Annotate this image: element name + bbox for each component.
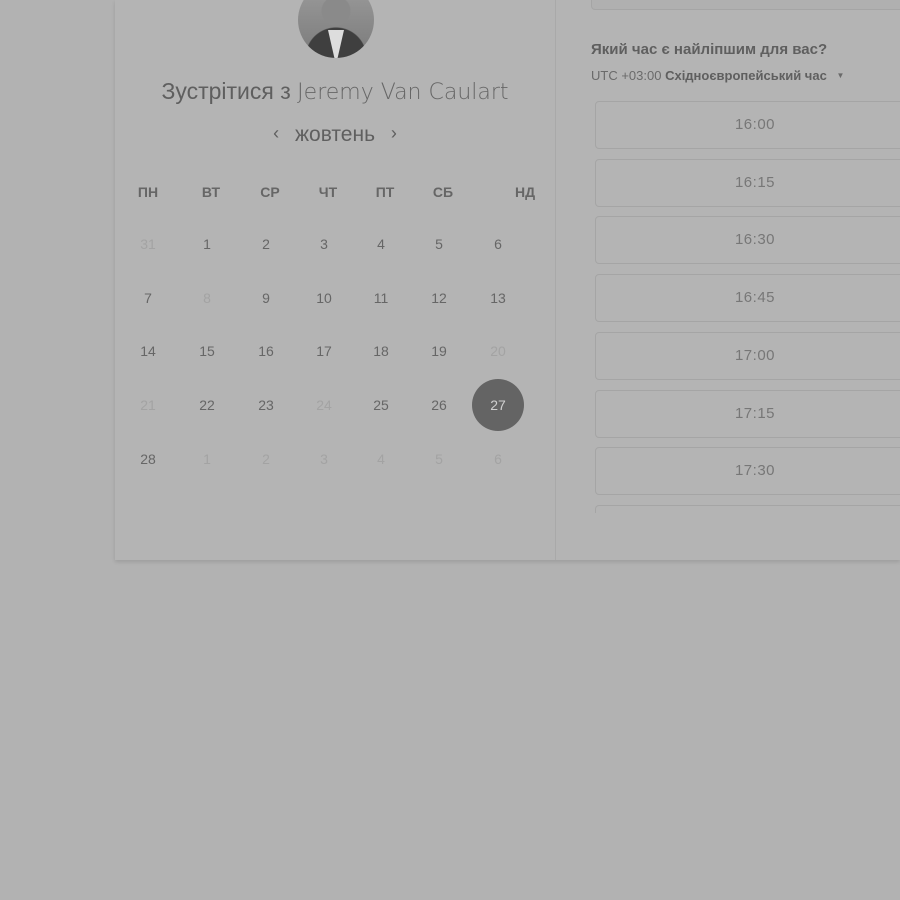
calendar-day[interactable]: 9: [246, 288, 286, 308]
calendar-day: 31: [140, 236, 156, 252]
calendar-day[interactable]: 11: [361, 288, 401, 308]
calendar-day[interactable]: 5: [419, 234, 459, 254]
host-name: Jeremy Van Caulart: [297, 80, 509, 105]
weekday-label: НД: [514, 184, 536, 200]
time-slot-button[interactable]: 16:00: [595, 101, 900, 149]
calendar-day[interactable]: 14: [128, 341, 168, 361]
title-prefix: Зустрітися з: [161, 78, 291, 104]
month-navigation: ‹ жовтень ›: [115, 123, 555, 147]
calendar-day[interactable]: 2: [246, 234, 286, 254]
calendar-day: 1: [203, 451, 211, 467]
calendar-day[interactable]: 26: [419, 395, 459, 415]
calendar-day: 2: [262, 451, 270, 467]
avatar: [298, 0, 374, 58]
timezone-offset: UTC +03:00: [591, 68, 662, 83]
chevron-left-icon[interactable]: ‹: [263, 123, 289, 144]
chevron-right-icon[interactable]: ›: [381, 123, 407, 144]
calendar-day[interactable]: 23: [246, 395, 286, 415]
calendar-day-selected[interactable]: 27: [472, 379, 524, 431]
weekday-label: СБ: [432, 184, 454, 200]
calendar-day[interactable]: 22: [187, 395, 227, 415]
calendar-day: 4: [377, 451, 385, 467]
weekday-label: ЧТ: [318, 184, 338, 200]
weekday-label: СР: [260, 184, 280, 200]
timezone-selector[interactable]: UTC +03:00 Східноєвропейський час ▼: [591, 68, 844, 83]
top-bar: [591, 0, 900, 10]
time-slot-button[interactable]: 16:15: [595, 159, 900, 207]
booking-card: Зустрітися з Jeremy Van Caulart ‹ жовтен…: [115, 0, 900, 560]
weekday-label: ПТ: [375, 184, 395, 200]
calendar-day: 21: [140, 397, 156, 413]
time-slot-button[interactable]: 17:15: [595, 390, 900, 438]
calendar-day: 8: [203, 290, 211, 306]
time-slot-button[interactable]: 17:30: [595, 447, 900, 495]
calendar-day[interactable]: 13: [478, 288, 518, 308]
time-slot-button[interactable]: 17:00: [595, 332, 900, 380]
time-slot-button[interactable]: 16:45: [595, 274, 900, 322]
time-panel: Який час є найліпшим для вас? UTC +03:00…: [556, 0, 900, 560]
calendar-day: 20: [490, 343, 506, 359]
calendar-day[interactable]: 28: [128, 449, 168, 469]
calendar-day[interactable]: 25: [361, 395, 401, 415]
page-title: Зустрітися з Jeremy Van Caulart: [115, 78, 555, 105]
calendar-day: 24: [316, 397, 332, 413]
weekday-label: ПН: [137, 184, 159, 200]
time-slot-button[interactable]: [595, 505, 900, 513]
timezone-name: Східноєвропейський час: [665, 68, 827, 83]
calendar-day[interactable]: 16: [246, 341, 286, 361]
calendar-day[interactable]: 15: [187, 341, 227, 361]
calendar-day: 6: [494, 451, 502, 467]
calendar-day[interactable]: 3: [304, 234, 344, 254]
month-label: жовтень: [294, 123, 376, 146]
time-slot-button[interactable]: 16:30: [595, 216, 900, 264]
time-question: Який час є найліпшим для вас?: [591, 41, 828, 58]
calendar-day: 5: [435, 451, 443, 467]
calendar-day[interactable]: 6: [478, 234, 518, 254]
calendar-panel: Зустрітися з Jeremy Van Caulart ‹ жовтен…: [115, 0, 555, 560]
caret-down-icon: ▼: [836, 71, 845, 80]
calendar-day: 3: [320, 451, 328, 467]
calendar-day[interactable]: 7: [128, 288, 168, 308]
calendar-day[interactable]: 12: [419, 288, 459, 308]
calendar-day[interactable]: 17: [304, 341, 344, 361]
calendar-day[interactable]: 19: [419, 341, 459, 361]
calendar-day[interactable]: 1: [187, 234, 227, 254]
calendar-day[interactable]: 4: [361, 234, 401, 254]
weekday-label: ВТ: [201, 184, 221, 200]
calendar-day[interactable]: 10: [304, 288, 344, 308]
calendar-day[interactable]: 18: [361, 341, 401, 361]
